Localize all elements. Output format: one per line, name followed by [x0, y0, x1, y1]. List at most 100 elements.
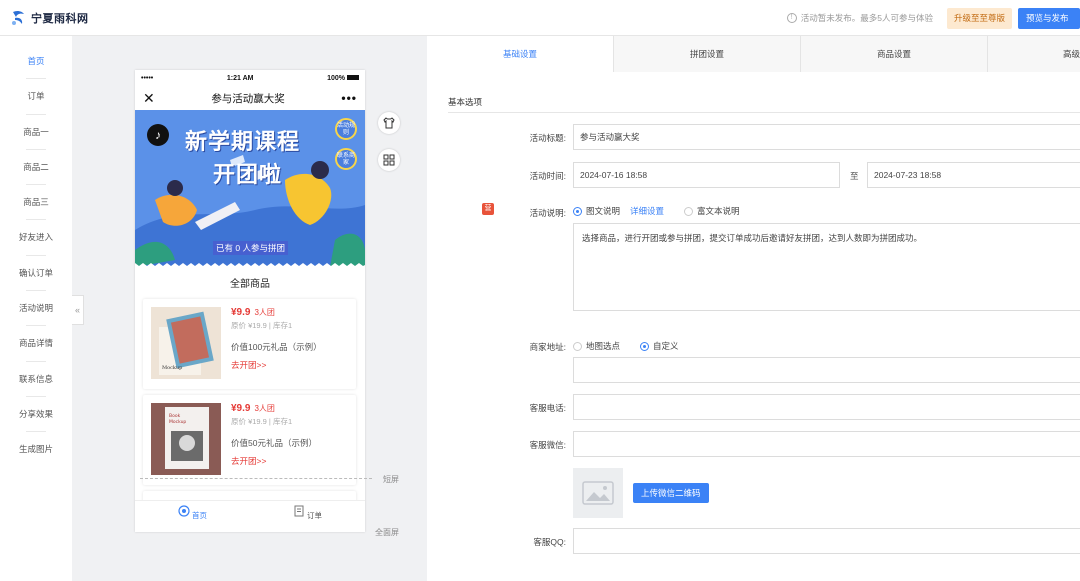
nav-item-product-detail[interactable]: 商品详情: [0, 326, 72, 362]
product-card[interactable]: Mockup ¥9.9 3人团 原价 ¥19.9 | 库存1 价值100元礼品（示…: [143, 299, 356, 389]
phone-tab-bar: 首页 订单: [135, 500, 365, 532]
home-icon: [178, 505, 190, 517]
service-wechat-label: 客服微信:: [529, 440, 566, 450]
tab-group-settings[interactable]: 拼团设置: [613, 36, 800, 72]
product-image: Mockup: [151, 307, 221, 379]
product-info: ¥9.9 3人团 原价 ¥19.9 | 库存1 价值100元礼品（示例） 去开团>…: [231, 307, 322, 371]
nav-item-contact[interactable]: 联系信息: [0, 362, 72, 397]
info-icon: !: [786, 13, 797, 23]
address-options: 地图选点 自定义: [573, 340, 689, 352]
nav-item-activity-desc[interactable]: 活动说明: [0, 291, 72, 327]
close-icon[interactable]: ✕: [143, 90, 155, 107]
skin-icon[interactable]: [378, 112, 400, 134]
start-time-input[interactable]: 2024-07-16 18:58: [573, 162, 840, 188]
preview-publish-button[interactable]: 预览与发布: [1018, 7, 1080, 29]
svg-text:Mockup: Mockup: [162, 365, 182, 371]
radio-graphic-desc[interactable]: 图文说明: [573, 205, 620, 217]
music-icon[interactable]: ♪: [147, 124, 169, 146]
radio-dot: [640, 341, 650, 351]
radio-dot: [573, 341, 582, 351]
address-input[interactable]: [573, 357, 1080, 383]
service-phone-label: 客服电话:: [529, 403, 566, 413]
top-bar: 宁夏雨科网 ! 活动暂未发布。最多5人可参与体验 升级至至尊版 预览与发布: [0, 0, 1080, 36]
detail-settings-link[interactable]: 详细设置: [630, 205, 664, 217]
tab-orders[interactable]: 订单: [250, 501, 365, 532]
gift-desc: 价值50元礼品（示例）: [231, 438, 317, 448]
group-size: 3人团: [254, 404, 275, 413]
left-nav: 首页 订单 商品一 商品二 商品三 好友进入 确认订单 活动说明 商品详情 联系…: [0, 36, 72, 581]
radio-dot: [684, 206, 694, 216]
start-group-link[interactable]: 去开团>>: [231, 455, 317, 467]
section-title: 基本选项: [448, 97, 483, 107]
section-divider: [448, 112, 1080, 113]
address-label: 商家地址:: [529, 342, 566, 352]
tab-product-settings[interactable]: 商品设置: [800, 36, 987, 72]
banner-headline-1: 新学期课程: [185, 129, 301, 154]
nav-item-home[interactable]: 首页: [0, 44, 72, 80]
phone-status-bar: ••••• 1:21 AM 100%: [135, 70, 365, 86]
service-qq-input[interactable]: [573, 528, 1080, 554]
nav-item-confirm-order[interactable]: 确认订单: [0, 256, 72, 292]
upgrade-button[interactable]: 升级至至尊版: [946, 7, 1012, 29]
settings-tabs: 基础设置 拼团设置 商品设置 高级: [427, 36, 1080, 72]
tab-home[interactable]: 首页: [135, 501, 250, 532]
collapse-nav-handle[interactable]: «: [72, 295, 84, 325]
banner-edge: [135, 263, 365, 267]
svg-text:Book: Book: [169, 413, 181, 419]
brand-logo[interactable]: 宁夏雨科网: [10, 9, 89, 27]
nav-item-orders[interactable]: 订单: [0, 79, 72, 115]
product-price: ¥9.9: [231, 307, 251, 318]
settings-panel: 基础设置 拼团设置 商品设置 高级 基本选项 活动标题: 参与活动赢大奖 活动时…: [427, 36, 1080, 581]
product-info: ¥9.9 3人团 原价 ¥19.9 | 库存1 价值50元礼品（示例） 去开团>>: [231, 403, 317, 467]
nav-item-gen-image[interactable]: 生成图片: [0, 432, 72, 467]
full-screen-label: 全面屏: [375, 528, 399, 537]
time-label: 活动时间:: [529, 171, 566, 181]
qr-image-placeholder[interactable]: [573, 468, 623, 518]
radio-custom-address[interactable]: 自定义: [640, 340, 679, 352]
end-time-input[interactable]: 2024-07-23 18:58: [867, 162, 1080, 188]
status-time: 1:21 AM: [226, 74, 254, 82]
signal-dots: •••••: [141, 74, 154, 82]
upload-wechat-qr-button[interactable]: 上传微信二维码: [633, 483, 709, 503]
nav-item-share[interactable]: 分享效果: [0, 397, 72, 433]
original-price-stock: 原价 ¥19.9 | 库存1: [231, 321, 293, 330]
notice-text: 活动暂未发布。最多5人可参与体验: [800, 13, 933, 23]
image-icon: [582, 481, 614, 505]
tab-basic-settings[interactable]: 基础设置: [427, 36, 613, 72]
product-image: Book Mockup: [151, 403, 221, 475]
start-group-link[interactable]: 去开团>>: [231, 359, 322, 371]
contact-merchant-badge[interactable]: 联系商家: [335, 148, 357, 170]
service-qq-label: 客服QQ:: [533, 537, 566, 547]
activity-banner: ♪ 新学期课程 开团啦 活动规则 联系商家 已有 0 人参与拼团: [135, 110, 365, 267]
gift-desc: 价值100元礼品（示例）: [231, 342, 322, 352]
nav-item-product-1[interactable]: 商品一: [0, 115, 72, 150]
radio-map-pick[interactable]: 地图选点: [573, 340, 620, 352]
product-price: ¥9.9: [231, 403, 251, 414]
service-phone-input[interactable]: [573, 394, 1080, 420]
radio-richtext-desc[interactable]: 富文本说明: [684, 205, 740, 217]
top-actions: ! 活动暂未发布。最多5人可参与体验 升级至至尊版 预览与发布: [786, 7, 1080, 29]
service-wechat-input[interactable]: [573, 431, 1080, 457]
order-icon: [294, 505, 304, 517]
phone-preview: ••••• 1:21 AM 100% ✕ 参与活动赢大奖 ••• ♪ 新学期课程…: [135, 70, 365, 532]
group-size: 3人团: [254, 308, 275, 317]
tab-advanced[interactable]: 高级: [987, 36, 1080, 72]
nav-item-product-3[interactable]: 商品三: [0, 185, 72, 221]
svg-text:Mockup: Mockup: [169, 419, 186, 425]
nav-item-friend-join[interactable]: 好友进入: [0, 220, 72, 256]
title-input[interactable]: 参与活动赢大奖: [573, 124, 1080, 150]
short-screen-guide: [140, 478, 372, 479]
nav-item-product-2[interactable]: 商品二: [0, 150, 72, 186]
participants-count: 已有 0 人参与拼团: [213, 241, 288, 255]
product-card[interactable]: Book Mockup ¥9.9 3人团 原价 ¥19.9 | 库存1 价值50元…: [143, 395, 356, 485]
phone-page-title: 参与活动赢大奖: [211, 92, 285, 105]
banner-headline-2: 开团啦: [213, 162, 283, 187]
title-label: 活动标题:: [529, 133, 566, 143]
grid-icon[interactable]: [378, 149, 400, 171]
all-products-title: 全部商品: [230, 279, 270, 290]
rules-badge[interactable]: 活动规则: [335, 118, 357, 140]
more-icon[interactable]: •••: [341, 91, 357, 105]
desc-type-options: 图文说明 详细设置 富文本说明: [573, 205, 750, 217]
original-price-stock: 原价 ¥19.9 | 库存1: [231, 417, 293, 426]
desc-textarea[interactable]: 选择商品，进行开团或参与拼团，提交订单成功后邀请好友拼团，达到人数即为拼团成功。: [573, 223, 1080, 311]
